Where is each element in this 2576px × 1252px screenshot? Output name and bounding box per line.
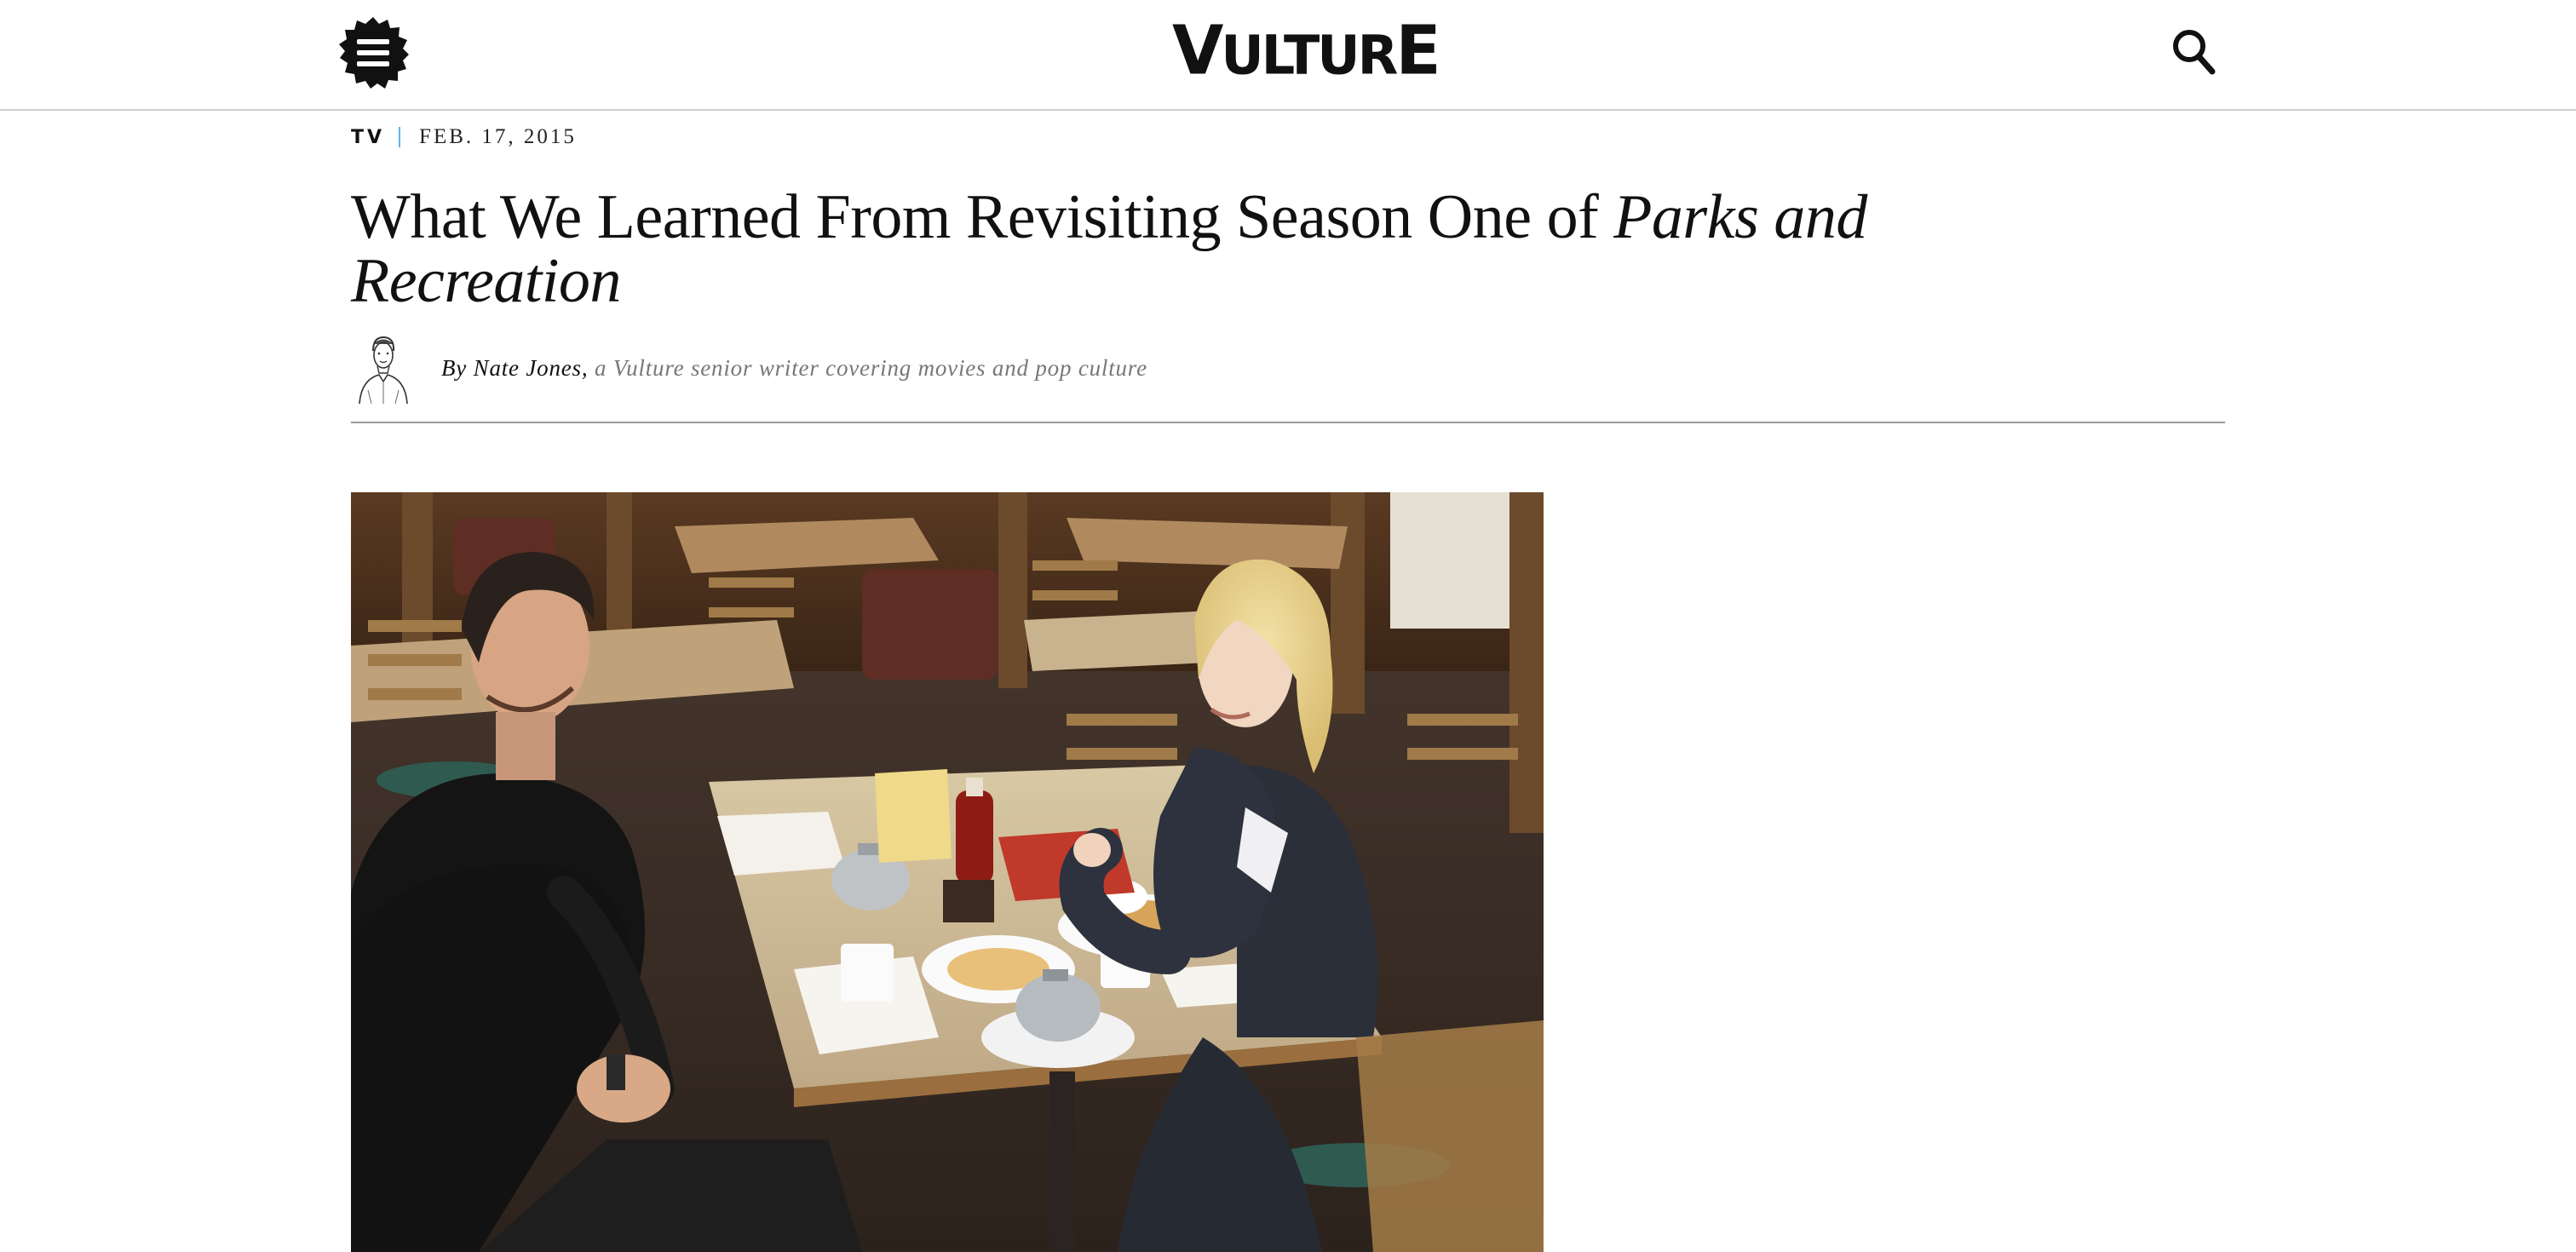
kicker-separator <box>399 127 401 147</box>
rubric-link[interactable]: TV <box>351 127 385 148</box>
byline-prefix: By <box>441 354 474 381</box>
search-button[interactable] <box>2171 28 2216 76</box>
author-avatar[interactable] <box>351 332 416 404</box>
author-bio: a Vulture senior writer covering movies … <box>588 354 1147 381</box>
diner-scene-image <box>351 492 1544 1252</box>
logo-letters-middle: ULTUR <box>1221 23 1398 87</box>
publish-date: FEB. 17, 2015 <box>419 125 577 148</box>
hamburger-badge-icon <box>339 17 409 89</box>
logo-letter-last: E <box>1395 12 1440 90</box>
logo-letter-first: V <box>1172 12 1223 90</box>
lead-photo[interactable] <box>351 492 1544 1252</box>
author-link[interactable]: Nate Jones <box>474 355 582 381</box>
headline-text: What We Learned From Revisiting Season O… <box>351 182 1614 252</box>
menu-button[interactable] <box>336 16 410 89</box>
search-icon <box>2173 30 2216 75</box>
byline-text: By Nate Jones, a Vulture senior writer c… <box>441 355 1147 382</box>
article-kicker: TV FEB. 17, 2015 <box>351 124 577 150</box>
top-nav: VULTURE <box>0 0 2576 111</box>
byline: By Nate Jones, a Vulture senior writer c… <box>351 332 1147 404</box>
article-headline: What We Learned From Revisiting Season O… <box>351 186 1867 313</box>
header-divider <box>351 422 2225 423</box>
vulture-logo[interactable]: VULTURE <box>1172 17 1441 87</box>
